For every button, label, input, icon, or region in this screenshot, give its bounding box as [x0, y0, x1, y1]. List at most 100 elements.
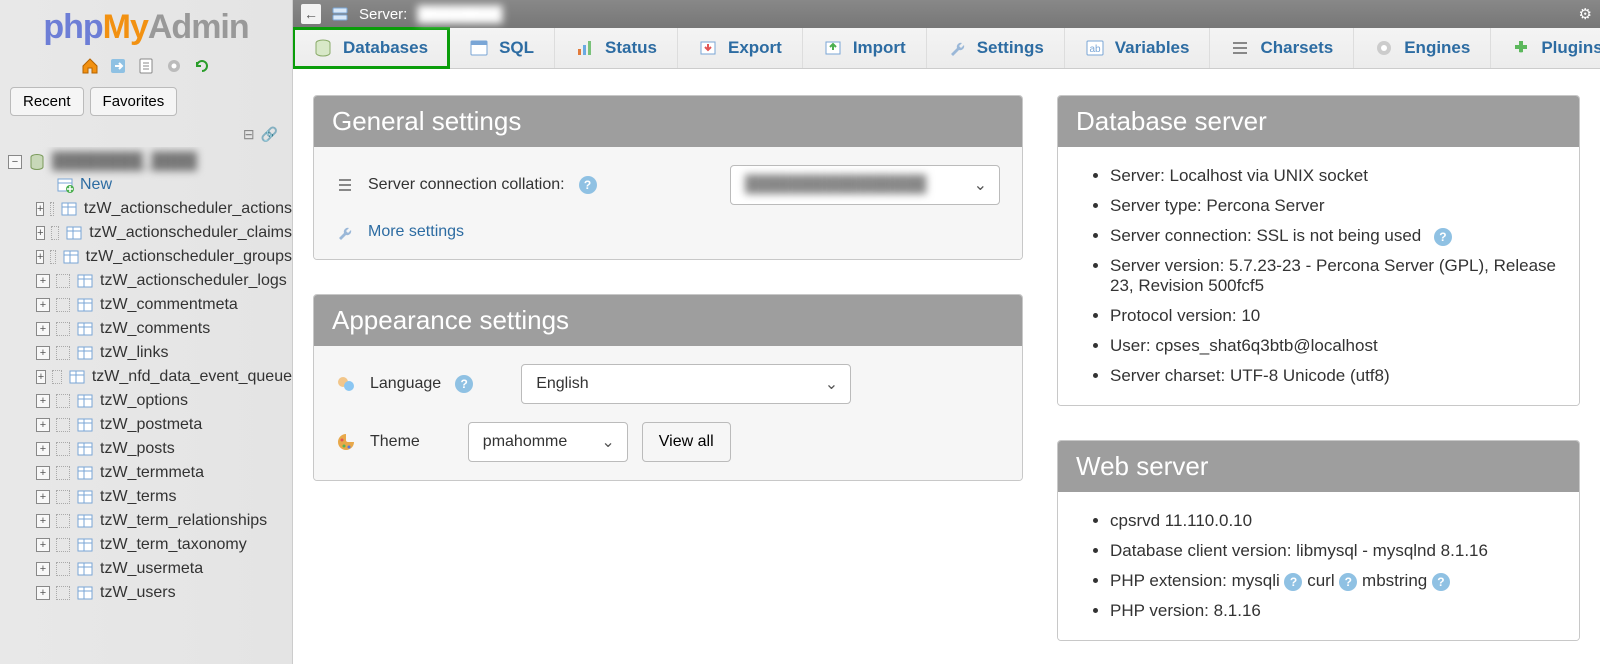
- table-label: tzW_actionscheduler_logs: [100, 272, 287, 290]
- tree-table-item[interactable]: + tzW_termmeta: [36, 461, 292, 485]
- db-server-item: User: cpses_shat6q3btb@localhost: [1110, 331, 1557, 361]
- tabbar: DatabasesSQLStatusExportImport Settings ab…: [293, 28, 1600, 69]
- home-icon[interactable]: [81, 57, 99, 75]
- back-arrow-icon[interactable]: ←: [301, 4, 321, 24]
- plus-icon[interactable]: +: [36, 442, 50, 456]
- topbar-gear-icon[interactable]: ⚙: [1579, 5, 1592, 23]
- tree-table-item[interactable]: + tzW_nfd_data_event_queue: [36, 365, 292, 389]
- minus-icon[interactable]: −: [8, 155, 22, 169]
- plus-icon[interactable]: +: [36, 586, 50, 600]
- plus-icon[interactable]: +: [36, 250, 44, 264]
- plus-icon[interactable]: +: [36, 226, 45, 240]
- tree-table-item[interactable]: + tzW_options: [36, 389, 292, 413]
- tree-table-item[interactable]: +tzW_postmeta: [36, 413, 292, 437]
- tab-label: Plugins: [1541, 38, 1600, 58]
- tree-connector: [56, 298, 70, 312]
- tab-settings[interactable]: Settings: [927, 28, 1065, 68]
- tree-connector: [51, 226, 60, 240]
- more-settings-link[interactable]: More settings: [368, 223, 464, 241]
- plus-icon[interactable]: +: [36, 298, 50, 312]
- recent-favorites: Recent Favorites: [0, 81, 292, 122]
- table-icon: [76, 584, 94, 602]
- plus-icon[interactable]: +: [36, 514, 50, 528]
- db-server-item: Server version: 5.7.23-23 - Percona Serv…: [1110, 251, 1557, 301]
- help-icon[interactable]: ?: [1434, 228, 1452, 246]
- plus-icon[interactable]: +: [36, 490, 50, 504]
- plus-icon[interactable]: +: [36, 562, 50, 576]
- recent-button[interactable]: Recent: [10, 87, 84, 116]
- logo[interactable]: phpMyAdmin: [0, 0, 292, 51]
- plus-icon[interactable]: +: [36, 418, 50, 432]
- view-all-button[interactable]: View all: [642, 422, 731, 462]
- tab-import[interactable]: Import: [803, 28, 927, 68]
- tab-label: Settings: [977, 38, 1044, 58]
- tab-engines[interactable]: Engines: [1354, 28, 1491, 68]
- gear-icon[interactable]: [165, 57, 183, 75]
- wrench-icon: [336, 223, 354, 241]
- plus-icon[interactable]: +: [36, 394, 50, 408]
- docs-icon[interactable]: [137, 57, 155, 75]
- help-icon[interactable]: ?: [1284, 573, 1302, 591]
- tab-charsets[interactable]: Charsets: [1210, 28, 1354, 68]
- quick-icons: [0, 51, 292, 81]
- tree-table-item[interactable]: + tzW_actionscheduler_logs: [36, 269, 292, 293]
- favorites-button[interactable]: Favorites: [90, 87, 178, 116]
- tab-variables[interactable]: abVariables: [1065, 28, 1211, 68]
- table-label: tzW_options: [100, 392, 188, 410]
- tree-table-item[interactable]: + tzW_comments: [36, 317, 292, 341]
- table-label: tzW_termmeta: [100, 464, 204, 482]
- tree-table-item[interactable]: +tzW_actionscheduler_actions: [36, 197, 292, 221]
- plus-icon[interactable]: +: [36, 202, 44, 216]
- plus-icon[interactable]: +: [36, 346, 50, 360]
- plus-icon[interactable]: +: [36, 466, 50, 480]
- tree-table-item[interactable]: +tzW_links: [36, 341, 292, 365]
- main: ← Server: ████████ ⚙ DatabasesSQLStatusE…: [293, 0, 1600, 664]
- web-server-item: PHP extension: mysqli ? curl ? mbstring …: [1110, 566, 1557, 596]
- table-icon: [62, 248, 80, 266]
- tree-table-item[interactable]: +tzW_terms: [36, 485, 292, 509]
- tree-table-item[interactable]: +tzW_term_taxonomy: [36, 533, 292, 557]
- settings-icon: [947, 38, 967, 58]
- help-icon[interactable]: ?: [1432, 573, 1450, 591]
- tab-sql[interactable]: SQL: [449, 28, 555, 68]
- collapse-icon[interactable]: ⊟: [243, 126, 255, 143]
- help-icon[interactable]: ?: [1339, 573, 1357, 591]
- table-label: tzW_nfd_data_event_queue: [92, 368, 292, 386]
- web-server-item: cpsrvd 11.110.0.10: [1110, 506, 1557, 536]
- help-icon[interactable]: ?: [579, 176, 597, 194]
- sql-icon: [469, 38, 489, 58]
- reload-icon[interactable]: [193, 57, 211, 75]
- link-icon[interactable]: 🔗: [261, 126, 278, 143]
- collation-select[interactable]: ████████████████ ⌄: [730, 165, 1000, 205]
- chevron-down-icon: ⌄: [825, 374, 838, 394]
- tab-databases[interactable]: Databases: [293, 28, 449, 68]
- tree-root[interactable]: − ████████_████: [4, 151, 292, 173]
- help-icon[interactable]: ?: [455, 375, 473, 393]
- logout-icon[interactable]: [109, 57, 127, 75]
- tree-table-item[interactable]: +tzW_actionscheduler_groups: [36, 245, 292, 269]
- plus-icon[interactable]: +: [36, 370, 46, 384]
- tree-table-item[interactable]: + tzW_posts: [36, 437, 292, 461]
- tree-new[interactable]: New: [36, 173, 292, 197]
- tree-table-item[interactable]: +tzW_term_relationships: [36, 509, 292, 533]
- plus-icon[interactable]: +: [36, 322, 50, 336]
- plus-icon[interactable]: +: [36, 538, 50, 552]
- tree-connector: [56, 586, 70, 600]
- tree-table-item[interactable]: +tzW_users: [36, 581, 292, 605]
- tree-table-item[interactable]: +tzW_usermeta: [36, 557, 292, 581]
- plus-icon[interactable]: +: [36, 274, 50, 288]
- table-label: tzW_posts: [100, 440, 175, 458]
- logo-my: My: [103, 8, 148, 46]
- tree-connector: [56, 274, 70, 288]
- tree-connector: [56, 562, 70, 576]
- sidebar: phpMyAdmin Recent Favorites ⊟ 🔗 − ██████…: [0, 0, 293, 664]
- theme-select[interactable]: pmahomme ⌄: [468, 422, 628, 462]
- tab-plugins[interactable]: Plugins: [1491, 28, 1600, 68]
- tree-table-item[interactable]: +tzW_commentmeta: [36, 293, 292, 317]
- tab-export[interactable]: Export: [678, 28, 803, 68]
- tab-status[interactable]: Status: [555, 28, 678, 68]
- language-select[interactable]: English ⌄: [521, 364, 851, 404]
- table-label: tzW_comments: [100, 320, 210, 338]
- tree-table-item[interactable]: +tzW_actionscheduler_claims: [36, 221, 292, 245]
- language-label: Language: [370, 375, 441, 393]
